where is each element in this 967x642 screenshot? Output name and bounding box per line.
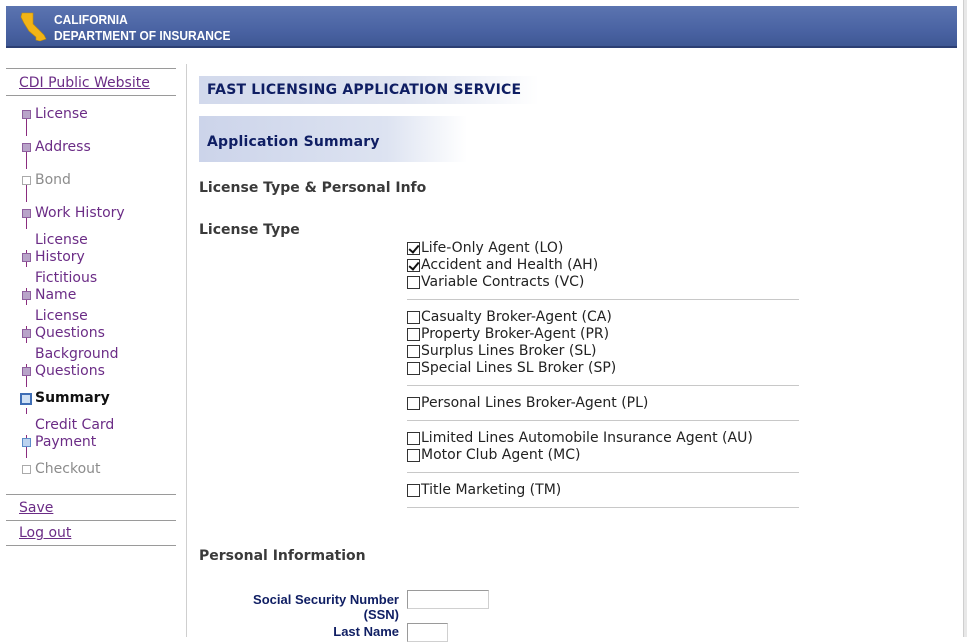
step-label: Summary: [35, 390, 110, 407]
section-heading-personal-info: Personal Information: [199, 548, 366, 564]
step-label: License Questions: [35, 308, 105, 342]
checkbox-unchecked[interactable]: [407, 328, 420, 341]
step-marker-icon: [22, 110, 31, 119]
license-option-label: Life-Only Agent (LO): [421, 240, 564, 256]
group-divider: [407, 420, 799, 421]
license-option-label: Personal Lines Broker-Agent (PL): [421, 395, 649, 411]
ssn-label-line1: Social Security Number: [253, 592, 399, 607]
california-state-icon: [20, 12, 47, 42]
checkbox-unchecked[interactable]: [407, 362, 420, 375]
cdi-public-website-link[interactable]: CDI Public Website: [19, 75, 150, 91]
checkbox-unchecked[interactable]: [407, 432, 420, 445]
step-label: Background Questions: [35, 346, 119, 380]
org-name-line1: CALIFORNIA: [54, 12, 128, 27]
step-label-line: Questions: [35, 325, 105, 341]
ssn-label-line2: (SSN): [363, 607, 399, 622]
sidebar-divider: [6, 95, 176, 96]
step-marker-icon: [22, 209, 31, 218]
checkbox-unchecked[interactable]: [407, 311, 420, 324]
group-divider: [407, 507, 799, 508]
section-heading-license-personal: License Type & Personal Info: [199, 180, 427, 196]
page-title: Application Summary: [199, 116, 467, 162]
step-marker-icon: [22, 253, 31, 262]
step-label: Bond: [35, 172, 71, 189]
logout-link[interactable]: Log out: [19, 525, 71, 541]
step-label-line: License: [35, 232, 88, 248]
save-link[interactable]: Save: [19, 500, 53, 516]
step-label-line: Address: [35, 139, 91, 155]
license-option-label: Special Lines SL Broker (SP): [421, 360, 617, 376]
step-marker-icon: [22, 329, 31, 338]
ssn-field[interactable]: [407, 590, 489, 609]
step-label-line: History: [35, 249, 85, 265]
sidebar-nav: CDI Public Website License Address Bond Wor…: [6, 68, 176, 637]
step-label: Address: [35, 139, 91, 156]
step-label-line: Work History: [35, 205, 125, 221]
sidebar-divider: [6, 494, 176, 495]
group-divider: [407, 299, 799, 300]
step-label-line: Checkout: [35, 461, 101, 477]
step-label: Checkout: [35, 461, 101, 478]
step-label: License: [35, 106, 88, 123]
license-option-label: Casualty Broker-Agent (CA): [421, 309, 612, 325]
step-marker-icon: [22, 176, 31, 185]
sidebar-divider: [6, 545, 176, 546]
license-option-label: Surplus Lines Broker (SL): [421, 343, 597, 359]
checkbox-checked[interactable]: [407, 259, 420, 272]
site-header: CALIFORNIA DEPARTMENT OF INSURANCE: [6, 6, 957, 48]
sidebar-vertical-divider: [186, 64, 187, 637]
checkbox-checked[interactable]: [407, 242, 420, 255]
checkbox-unchecked[interactable]: [407, 397, 420, 410]
step-marker-icon: [22, 465, 31, 474]
step-label-line: Name: [35, 287, 77, 303]
checkbox-unchecked[interactable]: [407, 484, 420, 497]
step-label-line: Fictitious: [35, 270, 98, 286]
sidebar-divider: [6, 68, 176, 69]
checkbox-unchecked[interactable]: [407, 276, 420, 289]
step-label-line: Summary: [35, 390, 110, 406]
checkbox-unchecked[interactable]: [407, 345, 420, 358]
ssn-label: Social Security Number (SSN): [233, 592, 399, 622]
step-marker-icon: [22, 143, 31, 152]
step-label-line: Bond: [35, 172, 71, 188]
step-connector: [26, 408, 27, 414]
step-label: Work History: [35, 205, 125, 222]
service-title: FAST LICENSING APPLICATION SERVICE: [199, 76, 539, 104]
group-divider: [407, 472, 799, 473]
step-label-line: Credit Card: [35, 417, 115, 433]
license-option-label: Accident and Health (AH): [421, 257, 599, 273]
org-name-line2: DEPARTMENT OF INSURANCE: [54, 28, 231, 43]
license-option-label: Motor Club Agent (MC): [421, 447, 581, 463]
step-label-line: License: [35, 308, 88, 324]
step-label: Fictitious Name: [35, 270, 97, 304]
step-label-line: Background: [35, 346, 119, 362]
main-content: FAST LICENSING APPLICATION SERVICE Appli…: [199, 74, 959, 642]
step-label-line: Questions: [35, 363, 105, 379]
section-heading-license-type: License Type: [199, 222, 300, 238]
window-scroll-edge: [963, 0, 967, 637]
step-marker-icon: [20, 393, 32, 405]
license-option-label: Property Broker-Agent (PR): [421, 326, 610, 342]
checkbox-unchecked[interactable]: [407, 449, 420, 462]
license-option-label: Variable Contracts (VC): [421, 274, 585, 290]
step-marker-icon: [22, 291, 31, 300]
license-option-label: Limited Lines Automobile Insurance Agent…: [421, 430, 753, 446]
last-name-field[interactable]: [407, 623, 448, 642]
step-marker-icon: [22, 438, 31, 447]
step-label-line: License: [35, 106, 88, 122]
sidebar-divider: [6, 520, 176, 521]
step-label: License History: [35, 232, 88, 266]
step-label-line: Payment: [35, 434, 97, 450]
step-label: Credit Card Payment: [35, 417, 114, 451]
step-marker-icon: [22, 367, 31, 376]
group-divider: [407, 385, 799, 386]
license-option-label: Title Marketing (TM): [421, 482, 562, 498]
